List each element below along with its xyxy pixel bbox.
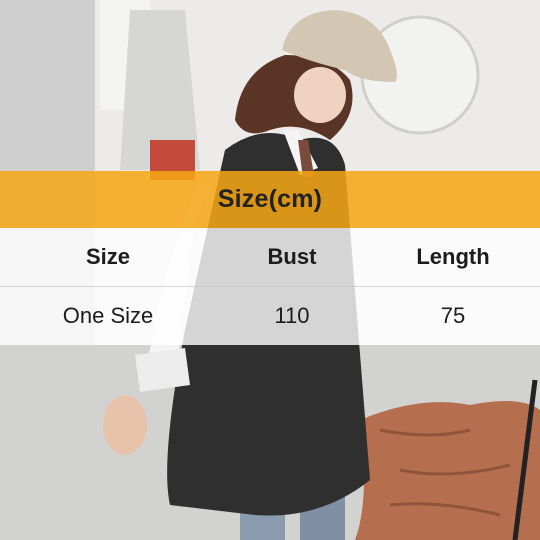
cell-length-value: 75 — [440, 303, 466, 328]
header-size: Size — [85, 244, 131, 269]
size-chart-table: Size(cm) Size Bust Length One Size 110 7… — [0, 171, 540, 345]
header-length: Length — [416, 244, 490, 269]
header-bust: Bust — [267, 244, 317, 269]
size-chart-title-band: Size(cm) — [0, 171, 540, 228]
table-header-row: Size Bust Length — [0, 228, 540, 287]
size-chart-title: Size(cm) — [217, 185, 323, 213]
cell-bust-value: 110 — [274, 303, 310, 328]
cell-size-value: One Size — [62, 303, 154, 328]
table-row: One Size 110 75 — [0, 287, 540, 345]
